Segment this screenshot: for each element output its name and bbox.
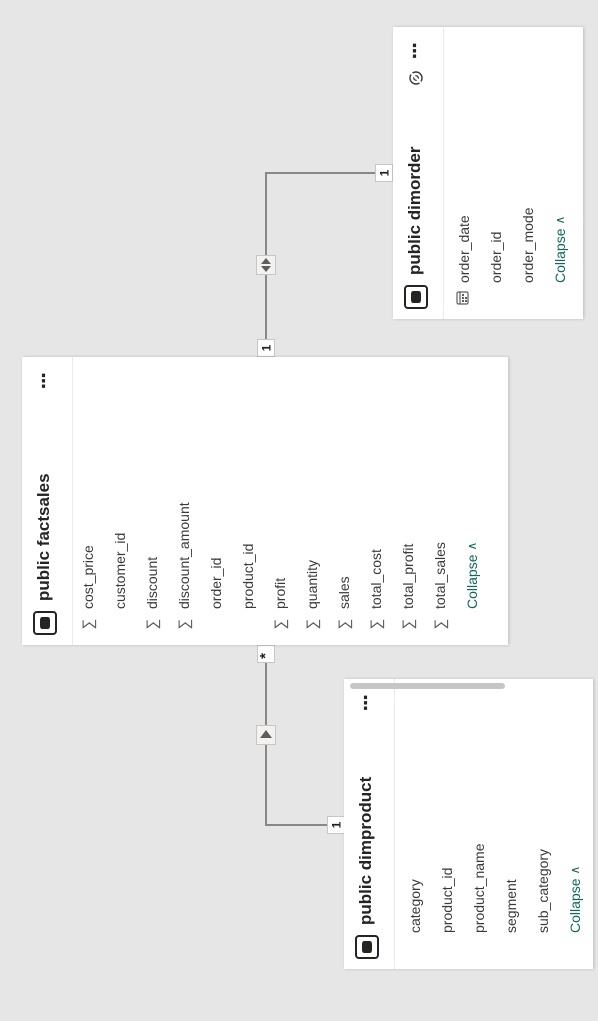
field-row-total-cost[interactable]: ∑ total_cost <box>360 357 392 645</box>
field-label: customer_id <box>112 532 128 609</box>
field-label: profit <box>272 577 288 609</box>
field-label: quantity <box>304 559 320 609</box>
field-row-quantity[interactable]: ∑ quantity <box>296 357 328 645</box>
field-row-product-id[interactable]: product_id <box>431 679 463 969</box>
field-label: segment <box>503 879 519 933</box>
field-row-order-date[interactable]: order_date <box>448 27 480 319</box>
cardinality-badge-factsales-many: * <box>257 645 275 663</box>
calendar-icon <box>455 287 473 309</box>
sigma-icon: ∑ <box>335 618 353 630</box>
scrollbar[interactable] <box>350 683 505 689</box>
field-row-discount[interactable]: ∑ discount <box>136 357 168 645</box>
field-row-order-mode[interactable]: order_mode <box>512 27 544 319</box>
field-label: category <box>407 879 423 933</box>
field-row-total-sales[interactable]: ∑ total_sales <box>424 357 456 645</box>
chevron-up-icon: ∧ <box>465 541 479 551</box>
collapse-button[interactable]: Collapse ∧ <box>559 679 591 933</box>
field-label: discount <box>144 556 160 609</box>
more-options-icon[interactable]: ⋮ <box>28 371 58 391</box>
cardinality-badge-dimorder: 1 <box>375 164 393 182</box>
field-row-cost-price[interactable]: ∑ cost_price <box>72 357 104 645</box>
card-header: public dimorder ⋮ <box>393 27 444 319</box>
field-label: order_mode <box>520 207 536 284</box>
field-label: sub_category <box>535 848 551 933</box>
card-title: public dimproduct <box>356 776 375 925</box>
field-list: category product_id product_name segment… <box>399 679 591 969</box>
field-row-sub-category[interactable]: sub_category <box>527 679 559 969</box>
more-options-icon[interactable]: ⋮ <box>399 41 429 61</box>
table-card-dimproduct[interactable]: public dimproduct ⋮ category product_id … <box>344 679 593 969</box>
sigma-icon: ∑ <box>399 618 417 630</box>
field-row-category[interactable]: category <box>399 679 431 969</box>
field-row-product-id[interactable]: product_id <box>232 357 264 645</box>
table-icon <box>404 285 428 309</box>
more-options-icon[interactable]: ⋮ <box>350 693 380 713</box>
field-row-segment[interactable]: segment <box>495 679 527 969</box>
field-row-order-id[interactable]: order_id <box>480 27 512 319</box>
sigma-icon: ∑ <box>143 618 161 630</box>
field-row-total-profit[interactable]: ∑ total_profit <box>392 357 424 645</box>
field-row-sales[interactable]: ∑ sales <box>328 357 360 645</box>
cross-filter-single-icon[interactable] <box>256 725 276 745</box>
cardinality-badge-dimproduct: 1 <box>327 816 345 834</box>
field-label: sales <box>336 576 352 609</box>
sigma-icon: ∑ <box>367 618 385 630</box>
field-row-customer-id[interactable]: customer_id <box>104 357 136 645</box>
field-list: order_date order_id order_mode Collapse ∧ <box>448 27 576 319</box>
field-label: order_id <box>488 231 504 283</box>
field-row-product-name[interactable]: product_name <box>463 679 495 969</box>
field-label: cost_price <box>80 545 96 609</box>
field-label: discount_amount <box>176 502 192 609</box>
field-row-discount-amount[interactable]: ∑ discount_amount <box>168 357 200 645</box>
field-label: total_sales <box>432 542 448 609</box>
table-card-factsales[interactable]: public factsales ⋮ ∑ cost_price customer_… <box>22 357 508 645</box>
field-label: product_id <box>240 543 256 609</box>
card-header: public factsales ⋮ <box>22 357 73 645</box>
collapse-button[interactable]: Collapse ∧ <box>456 357 488 609</box>
sigma-icon: ∑ <box>431 618 449 630</box>
cardinality-badge-factsales-one: 1 <box>257 339 275 357</box>
field-label: product_name <box>471 843 487 933</box>
cross-filter-both-icon[interactable] <box>256 255 276 275</box>
table-card-dimorder[interactable]: public dimorder ⋮ order_date order_id or… <box>393 27 583 319</box>
table-icon <box>33 611 57 635</box>
relationship-line-product-fact-h[interactable] <box>265 824 327 826</box>
card-header: public dimproduct ⋮ <box>344 679 395 969</box>
collapse-button[interactable]: Collapse ∧ <box>544 27 576 283</box>
table-icon <box>355 935 379 959</box>
field-list: ∑ cost_price customer_id ∑ discount ∑ disco… <box>72 357 488 645</box>
field-label: order_date <box>456 215 472 283</box>
field-label: product_id <box>439 867 455 933</box>
eye-icon[interactable] <box>407 69 425 87</box>
field-row-profit[interactable]: ∑ profit <box>264 357 296 645</box>
field-label: order_id <box>208 557 224 609</box>
relationship-line-order-fact-h[interactable] <box>265 172 375 174</box>
field-label: total_profit <box>400 543 416 609</box>
chevron-up-icon: ∧ <box>553 215 567 225</box>
card-title: public dimorder <box>405 146 424 275</box>
field-row-order-id[interactable]: order_id <box>200 357 232 645</box>
sigma-icon: ∑ <box>79 618 97 630</box>
chevron-up-icon: ∧ <box>568 865 582 875</box>
card-title: public factsales <box>34 473 53 601</box>
sigma-icon: ∑ <box>271 618 289 630</box>
field-label: total_cost <box>368 549 384 609</box>
sigma-icon: ∑ <box>175 618 193 630</box>
sigma-icon: ∑ <box>303 618 321 630</box>
